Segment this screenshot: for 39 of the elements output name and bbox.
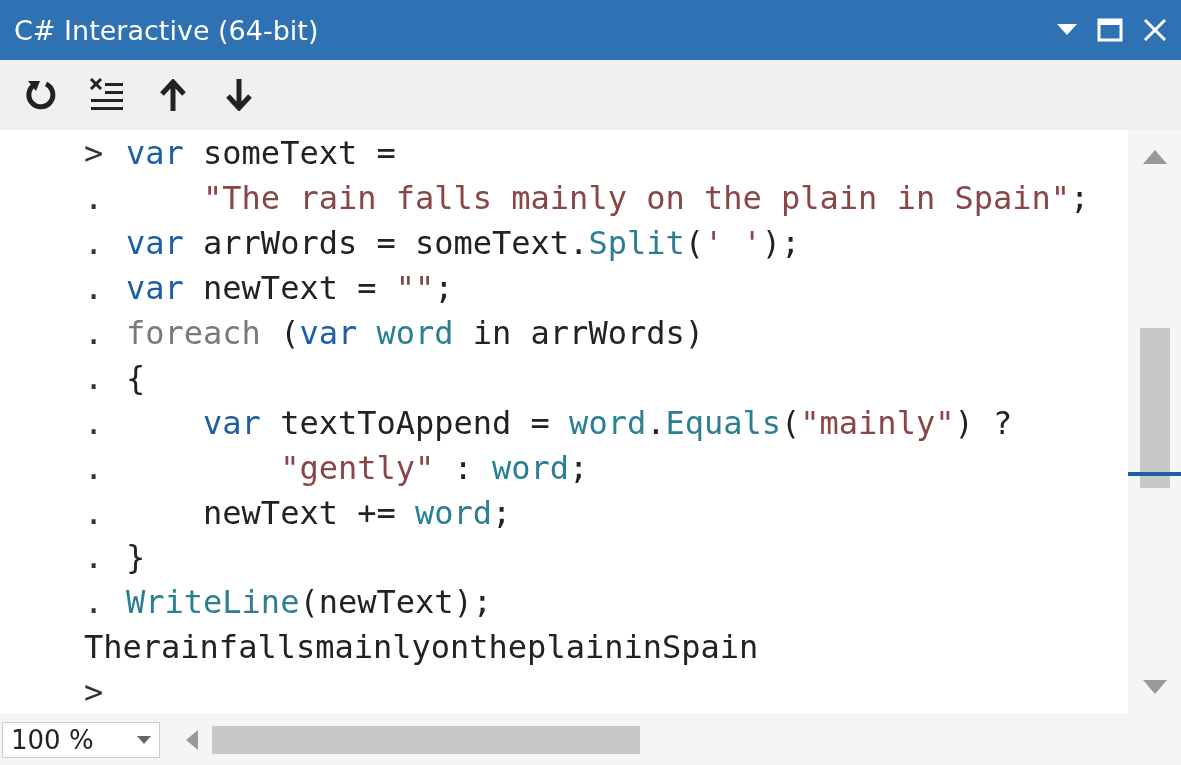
prompt-marker: . xyxy=(84,314,105,352)
dropdown-icon[interactable] xyxy=(1057,24,1077,36)
code-line: "The rain falls mainly on the plain in Spain"; xyxy=(202,179,1090,218)
down-arrow-icon xyxy=(226,79,252,111)
prompt-marker: > xyxy=(84,673,105,712)
prompt-marker: . xyxy=(84,269,105,308)
window-title: C# Interactive (64-bit) xyxy=(14,14,320,46)
code-line: var newText = ""; xyxy=(126,269,454,308)
code-line: WriteLine(newText); xyxy=(126,583,493,622)
code-line: } xyxy=(126,538,146,577)
code-line: foreach (var word in arrWords) xyxy=(126,314,704,352)
prompt-marker: . xyxy=(84,358,105,397)
prompt-marker: . xyxy=(84,224,105,263)
scroll-down-icon[interactable] xyxy=(1142,680,1167,694)
prompt-marker: . xyxy=(84,179,105,218)
prompt-marker: . xyxy=(84,493,105,532)
code-line: newText += word; xyxy=(202,493,512,532)
prompt-marker: . xyxy=(84,403,105,442)
code-line: var textToAppend = word.Equals("mainly") ? xyxy=(202,403,1013,442)
prompt-marker: . xyxy=(84,583,105,622)
prompt-marker: . xyxy=(84,448,105,487)
code-line: { xyxy=(126,358,146,397)
code-line: var arrWords = someText.Split(' '); xyxy=(126,224,801,263)
zoom-dropdown[interactable]: 100 % xyxy=(2,721,160,758)
code-line: "gently" : word; xyxy=(279,448,589,487)
prompt-marker: > xyxy=(84,134,105,173)
scroll-left-icon[interactable] xyxy=(186,729,198,750)
scrollbar-thumb[interactable] xyxy=(212,725,640,754)
maximize-icon[interactable] xyxy=(1097,18,1123,42)
prompt-marker: . xyxy=(84,538,105,577)
up-arrow-icon xyxy=(160,79,186,111)
clear-list-icon xyxy=(89,77,125,113)
scrollbar-thumb[interactable] xyxy=(1139,328,1170,488)
code-line: var someText = xyxy=(126,134,396,173)
caret-icon xyxy=(137,735,151,744)
caret-position-marker xyxy=(1128,472,1181,476)
scroll-up-icon[interactable] xyxy=(1142,150,1167,164)
output-text: TherainfallsmainlyontheplaininSpain xyxy=(84,628,759,667)
close-icon[interactable] xyxy=(1143,18,1167,42)
